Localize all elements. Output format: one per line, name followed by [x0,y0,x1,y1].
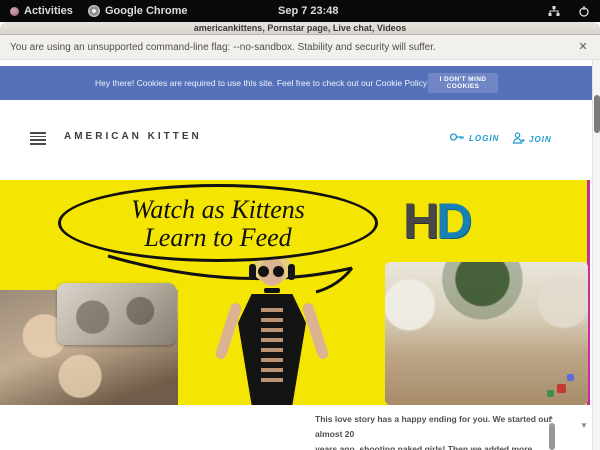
figure-arm [214,302,242,361]
hd-logo: HD [403,196,469,246]
user-plus-icon [512,132,525,146]
login-button[interactable]: LOGIN [449,132,499,144]
network-icon[interactable] [547,4,561,18]
app-menu-button[interactable]: Google Chrome [105,0,188,22]
gnome-top-bar: Activities Google Chrome Sep 7 23:48 [0,0,600,22]
photo-thumbnail-left-overlay[interactable] [57,283,176,345]
page-viewport: Hey there! Cookies are required to use t… [0,60,600,450]
cookie-accept-button[interactable]: I DON'T MIND COOKIES [428,73,498,93]
figure-top-pattern [261,308,283,388]
hamburger-icon[interactable] [30,132,46,145]
key-icon [449,132,465,144]
login-label: LOGIN [469,134,499,143]
window-title-bar[interactable]: americankittens, Pornstar page, Live cha… [0,22,600,35]
hd-logo-d: D [436,193,469,249]
bubble-line-1: Watch as Kittens [61,196,375,224]
sandbox-warning-text: You are using an unsupported command-lin… [10,35,436,60]
about-text: This love story has a happy ending for y… [315,412,553,450]
cookie-message: Hey there! Cookies are required to use t… [95,66,473,100]
figure-choker [264,288,280,293]
headphones-icon [249,264,256,280]
textbox-scrollbar-thumb[interactable] [549,423,555,450]
page-scrollbar[interactable] [592,60,600,450]
chrome-icon [88,5,100,17]
scroll-down-icon[interactable]: ▼ [580,421,588,430]
sandbox-warning-infobar: You are using an unsupported command-lin… [0,35,600,60]
join-label: JOIN [529,135,552,144]
about-line-1: This love story has a happy ending for y… [315,412,553,442]
textbox-scroll-up-icon[interactable]: ▲ [548,415,554,421]
figure-arm [301,302,329,361]
about-line-2: years ago, shooting naked girls! Then we… [315,442,553,450]
sunglasses-icon [273,266,284,277]
site-brand[interactable]: AMERICAN KITTEN [64,131,202,142]
gift-accent [557,384,566,393]
screen: Activities Google Chrome Sep 7 23:48 ame… [0,0,600,450]
sunglasses-icon [258,266,269,277]
activities-icon[interactable] [10,7,19,16]
hd-logo-h: H [403,193,436,249]
activities-button[interactable]: Activities [24,0,73,22]
hero-banner: Watch as Kittens Learn to Feed HD [0,180,590,405]
speech-bubble: Watch as Kittens Learn to Feed [58,184,378,262]
page-scrollbar-thumb[interactable] [594,95,600,133]
headphones-icon [288,264,295,280]
gift-accent [547,390,554,397]
join-button[interactable]: JOIN [512,132,552,146]
power-icon[interactable] [577,4,591,18]
model-figure-illustration[interactable] [205,250,340,405]
clock[interactable]: Sep 7 23:48 [278,0,339,22]
gift-accent [567,374,574,381]
bubble-line-2: Learn to Feed [61,224,375,252]
photo-thumbnail-right[interactable] [385,262,588,405]
cookie-banner: Hey there! Cookies are required to use t… [0,66,592,100]
close-icon[interactable]: ✕ [575,39,591,55]
